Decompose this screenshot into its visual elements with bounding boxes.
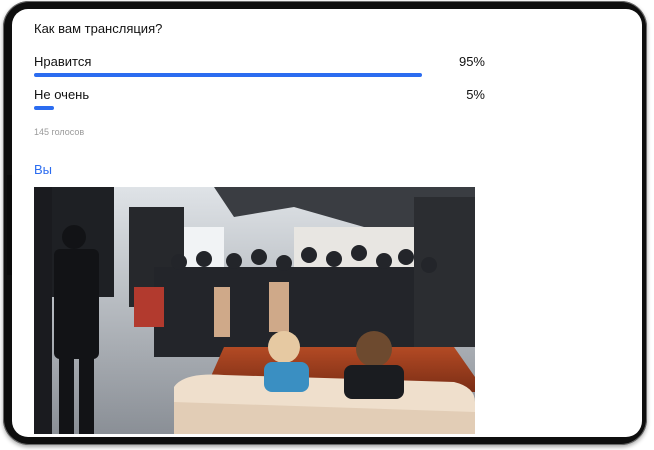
poll-question: Как вам трансляция? [34,21,163,36]
poll-option-label[interactable]: Нравится [34,54,91,69]
event-photo-image [34,187,475,434]
tablet-frame: Как вам трансляция? Нравится 95% Не очен… [3,1,647,445]
poll-option-bar [34,106,54,110]
post-author-link[interactable]: Вы [34,162,52,177]
post-photo[interactable] [34,187,475,434]
poll-option-bar [34,73,422,77]
poll-option-label[interactable]: Не очень [34,87,89,102]
poll-option-percent: 95% [458,54,485,69]
screen: Как вам трансляция? Нравится 95% Не очен… [12,9,642,437]
poll-votes-count: 145 голосов [34,127,85,137]
poll-option-percent: 5% [466,87,485,102]
